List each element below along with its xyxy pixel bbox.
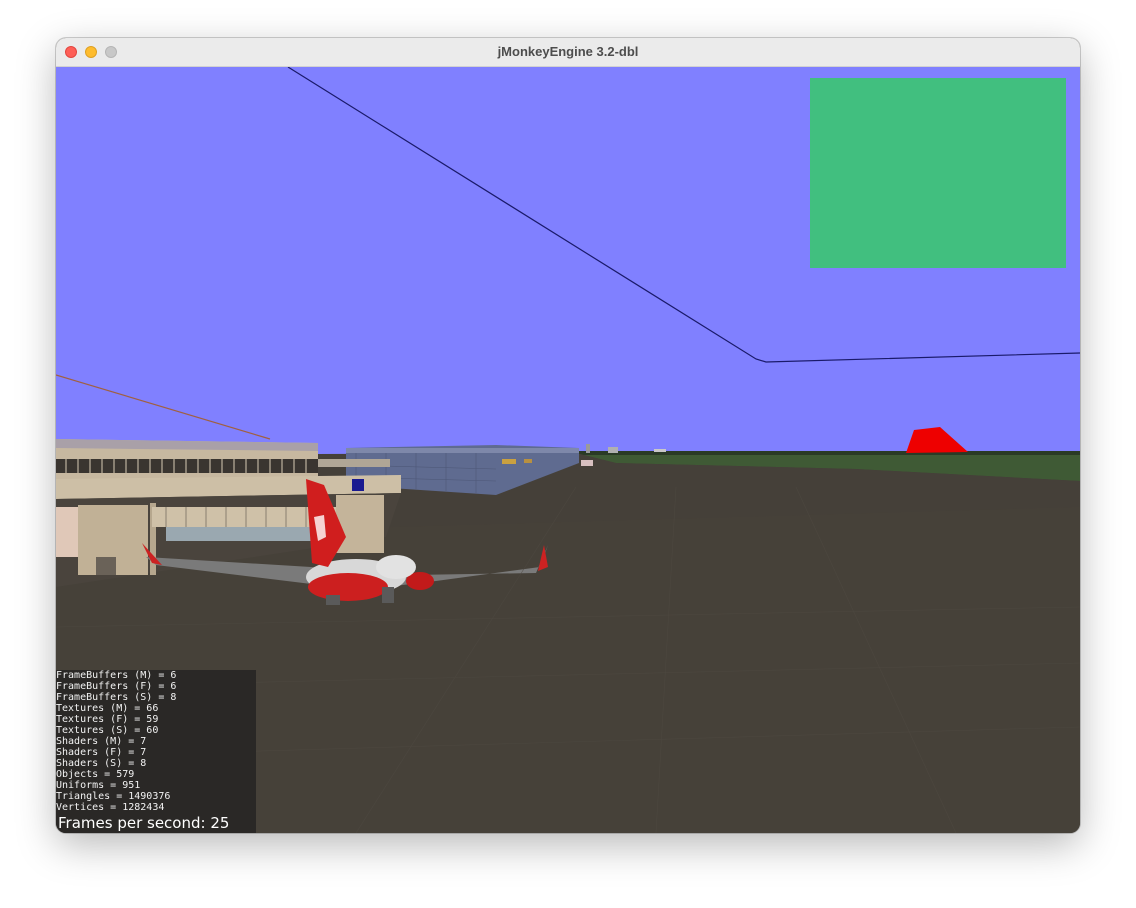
title-bar[interactable]: jMonkeyEngine 3.2-dbl [56,38,1080,67]
stat-line: FrameBuffers (M) = 6 [56,670,177,681]
stat-line: Uniforms = 951 [56,780,141,791]
window-title: jMonkeyEngine 3.2-dbl [497,44,639,59]
overlay-panel [810,78,1066,268]
stat-line: Textures (S) = 60 [56,725,159,736]
stat-line: Vertices = 1282434 [56,802,165,813]
stat-line: Objects = 579 [56,769,135,780]
stats-panel: FrameBuffers (M) = 6 FrameBuffers (F) = … [56,670,256,833]
render-viewport[interactable]: FrameBuffers (M) = 6 FrameBuffers (F) = … [56,67,1080,833]
stat-line: FrameBuffers (F) = 6 [56,681,177,692]
stat-line: FrameBuffers (S) = 8 [56,692,177,703]
stat-line: Textures (F) = 59 [56,714,159,725]
stat-line: Textures (M) = 66 [56,703,159,714]
fps-counter: Frames per second: 25 [58,814,230,832]
stat-line: Shaders (F) = 7 [56,747,147,758]
app-window: jMonkeyEngine 3.2-dbl FrameBuffers (M) =… [56,38,1080,833]
stat-line: Shaders (M) = 7 [56,736,147,747]
stat-line: Triangles = 1490376 [56,791,171,802]
stat-line: Shaders (S) = 8 [56,758,147,769]
